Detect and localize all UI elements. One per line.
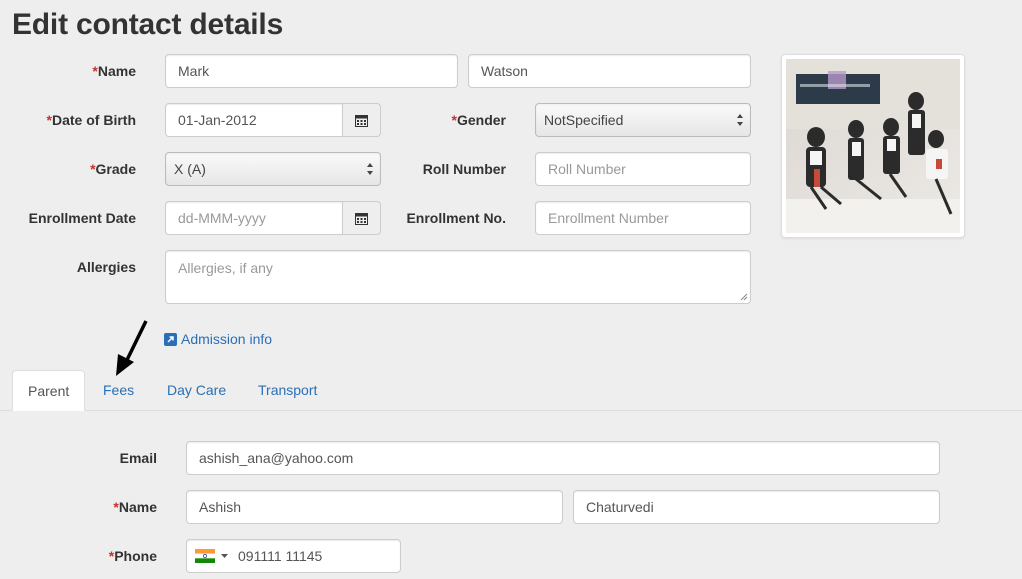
- admission-info-link[interactable]: Admission info: [164, 330, 272, 348]
- student-photo: [786, 59, 960, 233]
- enrollment-number-placeholder: Enrollment Number: [548, 210, 669, 226]
- grade-label: *Grade: [90, 161, 136, 177]
- enrollment-number-label: Enrollment No.: [406, 210, 506, 226]
- dob-label: *Date of Birth: [46, 112, 136, 128]
- roll-number-input[interactable]: Roll Number: [535, 152, 751, 186]
- india-flag-icon[interactable]: [195, 549, 215, 563]
- allergies-placeholder: Allergies, if any: [178, 260, 273, 276]
- parent-first-name-input[interactable]: Ashish: [186, 490, 563, 524]
- parent-email-label: Email: [119, 450, 157, 466]
- last-name-input[interactable]: Watson: [468, 54, 751, 88]
- roll-number-placeholder: Roll Number: [548, 161, 626, 177]
- parent-phone-value: 091111 11145: [238, 548, 323, 564]
- external-link-icon: [164, 332, 177, 346]
- roll-number-label: Roll Number: [422, 161, 506, 177]
- select-arrows-icon: [737, 114, 743, 126]
- grade-value: X (A): [174, 161, 206, 177]
- enrollment-date-placeholder: dd-MMM-yyyy: [178, 210, 266, 226]
- admission-info-label: Admission info: [181, 331, 273, 347]
- parent-name-label: *Name: [113, 499, 157, 515]
- select-arrows-icon: [367, 163, 373, 175]
- enrollment-date-input[interactable]: dd-MMM-yyyy: [165, 201, 343, 235]
- tab-transport[interactable]: Transport: [243, 370, 332, 411]
- tab-parent[interactable]: Parent: [12, 370, 86, 411]
- parent-last-name-input[interactable]: Chaturvedi: [573, 490, 940, 524]
- calendar-icon: [355, 114, 368, 127]
- name-label: *Name: [92, 63, 136, 79]
- resize-handle-icon[interactable]: [740, 293, 748, 301]
- gender-select[interactable]: NotSpecified: [535, 103, 751, 137]
- allergies-label: Allergies: [76, 259, 136, 275]
- first-name-input[interactable]: Mark: [165, 54, 458, 88]
- page-title: Edit contact details: [12, 8, 284, 41]
- tab-fees[interactable]: Fees: [88, 370, 149, 411]
- allergies-textarea[interactable]: Allergies, if any: [165, 250, 751, 304]
- grade-select[interactable]: X (A): [165, 152, 381, 186]
- calendar-icon: [355, 212, 368, 225]
- parent-phone-label: *Phone: [108, 548, 157, 564]
- gender-label: *Gender: [451, 112, 506, 128]
- dob-input[interactable]: 01-Jan-2012: [165, 103, 343, 137]
- tab-day-care[interactable]: Day Care: [152, 370, 241, 411]
- enrollment-number-input[interactable]: Enrollment Number: [535, 201, 751, 235]
- chevron-down-icon: [221, 553, 228, 558]
- parent-email-input[interactable]: ashish_ana@yahoo.com: [186, 441, 940, 475]
- student-photo-frame[interactable]: [781, 54, 965, 238]
- gender-value: NotSpecified: [544, 112, 624, 128]
- enrollment-date-label: Enrollment Date: [28, 210, 136, 226]
- parent-phone-input[interactable]: 091111 11145: [186, 539, 401, 573]
- dob-calendar-button[interactable]: [343, 103, 381, 137]
- enrollment-calendar-button[interactable]: [343, 201, 381, 235]
